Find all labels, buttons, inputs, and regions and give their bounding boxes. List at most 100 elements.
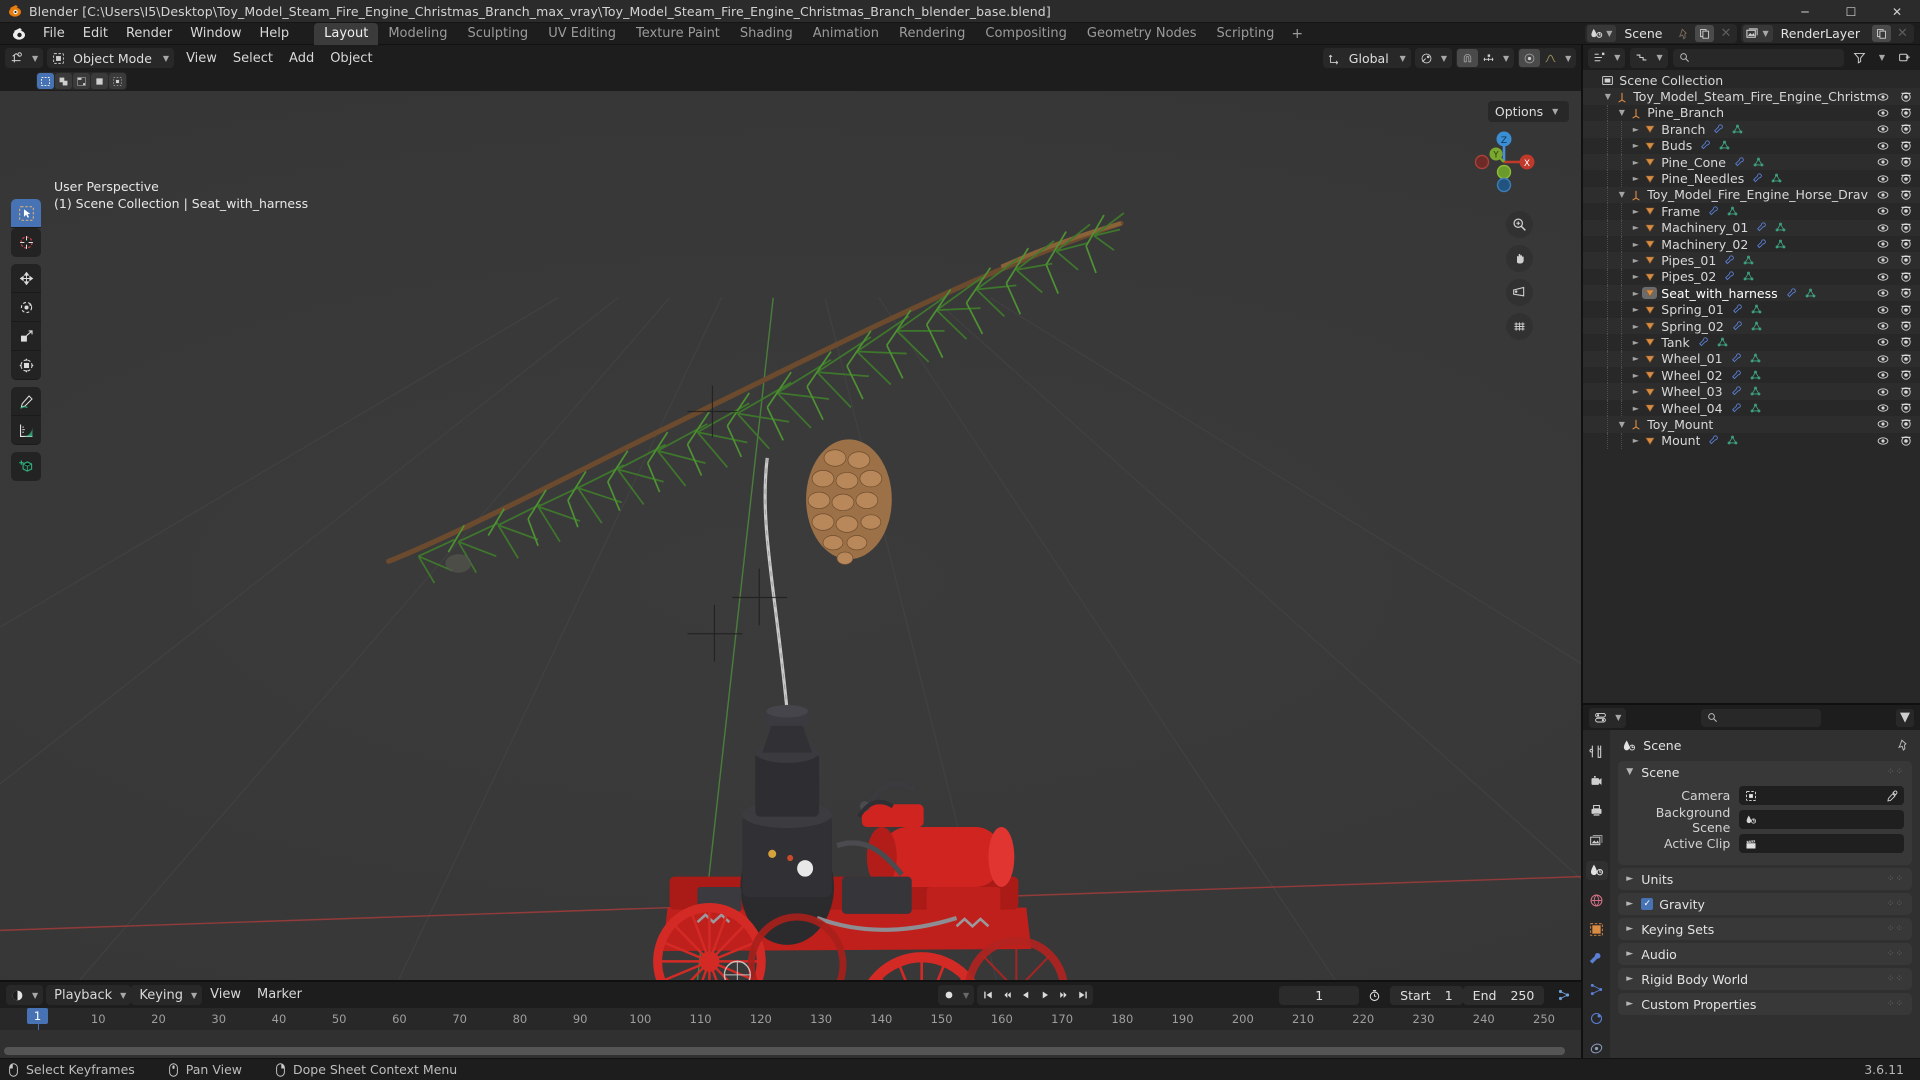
properties-editor-icon[interactable] <box>1590 709 1611 727</box>
timeline-editor-type[interactable]: ▼ <box>6 985 43 1005</box>
select-subtract-icon[interactable] <box>73 73 90 89</box>
properties-type-chevron-icon[interactable]: ▼ <box>1611 713 1625 722</box>
scene-name[interactable]: Scene <box>1618 26 1672 41</box>
outliner-row[interactable]: ►Wheel_04 <box>1583 400 1920 416</box>
outliner-item-label[interactable]: Pine_Cone <box>1657 155 1726 170</box>
outliner-item-label[interactable]: Toy_Model_Steam_Fire_Engine_Christm <box>1629 89 1877 104</box>
annotate-tool[interactable] <box>11 387 41 416</box>
outliner-display-mode[interactable]: ▼ <box>1630 48 1667 68</box>
panel-custom-properties[interactable]: ►Custom Properties⁘⁘ <box>1618 993 1912 1015</box>
visibility-eye-icon[interactable] <box>1877 238 1889 250</box>
timeline-body[interactable] <box>0 1030 1581 1058</box>
modifier-icon[interactable] <box>1699 337 1710 348</box>
outliner-item-label[interactable]: Buds <box>1657 138 1692 153</box>
menu-edit[interactable]: Edit <box>74 24 117 43</box>
outliner-row[interactable]: ►Branch <box>1583 121 1920 137</box>
outliner-row[interactable]: ►Frame <box>1583 203 1920 219</box>
visibility-eye-icon[interactable] <box>1877 402 1889 414</box>
panel-drag-dots[interactable]: ⁘⁘ <box>1887 924 1904 934</box>
outliner-row[interactable]: ►Seat_with_harness <box>1583 285 1920 301</box>
visibility-eye-icon[interactable] <box>1877 156 1889 168</box>
panel-units[interactable]: ►Units⁘⁘ <box>1618 868 1912 890</box>
outliner-item-label[interactable]: Machinery_02 <box>1657 237 1748 252</box>
particles-tab-icon[interactable] <box>1586 980 1608 999</box>
mesh-data-icon[interactable] <box>1717 337 1728 348</box>
outliner-item-label[interactable]: Frame <box>1657 204 1700 219</box>
properties-options-chevron-icon[interactable]: ▼ <box>1896 709 1914 727</box>
object-mode-chevron-icon[interactable]: ▼ <box>159 54 173 63</box>
filter-chevron-icon[interactable]: ▼ <box>1875 53 1889 62</box>
timeline-scrollbar[interactable] <box>4 1047 1565 1055</box>
camera-eyedropper-icon[interactable] <box>1886 790 1898 802</box>
outliner-row[interactable]: ►Spring_01 <box>1583 301 1920 317</box>
workspace-tab-shading[interactable]: Shading <box>730 23 803 45</box>
outliner-row[interactable]: ►Tank <box>1583 334 1920 350</box>
render-camera-icon[interactable] <box>1900 189 1912 201</box>
panel-drag-dots[interactable]: ⁘⁘ <box>1887 999 1904 1009</box>
panel-drag-dots[interactable]: ⁘⁘ <box>1887 874 1904 884</box>
use-preview-range-icon[interactable] <box>1364 986 1385 1004</box>
render-camera-icon[interactable] <box>1900 140 1912 152</box>
outliner-expand-closed-icon[interactable]: ► <box>1629 322 1642 331</box>
snapping-group[interactable]: ▼ <box>1456 48 1514 68</box>
minimize-button[interactable]: ─ <box>1782 0 1828 23</box>
panel-chevron-icon[interactable]: ► <box>1626 874 1635 884</box>
mesh-data-icon[interactable] <box>1751 321 1762 332</box>
outliner-root-row[interactable]: Scene Collection <box>1583 72 1920 88</box>
timeline-menu-group-playback[interactable]: Playback▼ <box>46 985 131 1005</box>
object-mode-label[interactable]: Object Mode <box>69 51 159 66</box>
timeline-menu-chevron-icon[interactable]: ▼ <box>187 991 201 1000</box>
viewport-options-button[interactable]: Options ▼ <box>1488 101 1569 122</box>
maximize-button[interactable]: ☐ <box>1828 0 1874 23</box>
outliner-expand-closed-icon[interactable]: ► <box>1629 354 1642 363</box>
visibility-eye-icon[interactable] <box>1877 287 1889 299</box>
modifier-icon[interactable] <box>1725 271 1736 282</box>
outliner-row[interactable]: ►Wheel_01 <box>1583 351 1920 367</box>
select-difference-icon[interactable] <box>91 73 108 89</box>
modifier-icon[interactable] <box>1733 321 1744 332</box>
render-camera-icon[interactable] <box>1900 123 1912 135</box>
mesh-data-icon[interactable] <box>1750 353 1761 364</box>
panel-header-custom-properties[interactable]: ►Custom Properties⁘⁘ <box>1618 993 1912 1015</box>
render-camera-icon[interactable] <box>1900 304 1912 316</box>
close-button[interactable]: ✕ <box>1874 0 1920 23</box>
outliner-expand-closed-icon[interactable]: ► <box>1629 272 1642 281</box>
render-camera-icon[interactable] <box>1900 320 1912 332</box>
outliner-item-label[interactable]: Pipes_01 <box>1657 253 1716 268</box>
previous-keyframe-button[interactable] <box>997 986 1016 1004</box>
background-scene-field[interactable] <box>1739 810 1904 829</box>
visibility-eye-icon[interactable] <box>1877 123 1889 135</box>
panel-chevron-icon[interactable]: ► <box>1626 899 1635 909</box>
snap-chevron-icon[interactable]: ▼ <box>1499 54 1513 63</box>
add-workspace-button[interactable]: + <box>1284 23 1310 45</box>
rotate-tool[interactable] <box>11 293 41 322</box>
frame-range-fields[interactable]: Start 1 <box>1390 986 1463 1005</box>
panel-rigid-body-world[interactable]: ►Rigid Body World⁘⁘ <box>1618 968 1912 990</box>
outliner-item-label[interactable]: Toy_Model_Fire_Engine_Horse_Drav <box>1643 187 1868 202</box>
active-clip-field[interactable] <box>1739 834 1904 853</box>
mesh-data-icon[interactable] <box>1805 288 1816 299</box>
pin-properties-icon[interactable] <box>1897 739 1910 752</box>
outliner-item-label[interactable]: Spring_02 <box>1657 319 1724 334</box>
snap-pivot-group[interactable]: ▼ <box>1415 48 1452 68</box>
scene-icon[interactable]: ▼ <box>1587 25 1616 42</box>
play-reverse-button[interactable] <box>1016 986 1035 1004</box>
outliner-expand-closed-icon[interactable]: ► <box>1629 158 1642 167</box>
outliner-item-label[interactable]: Scene Collection <box>1615 73 1723 88</box>
cursor-tool[interactable] <box>11 228 41 257</box>
view-layer-tab-icon[interactable] <box>1586 831 1608 850</box>
editor-type-icon[interactable] <box>6 49 28 67</box>
workspace-tab-layout[interactable]: Layout <box>314 23 378 45</box>
outliner-row[interactable]: ►Pine_Needles <box>1583 170 1920 186</box>
modifier-icon[interactable] <box>1725 255 1736 266</box>
workspace-tab-uv-editing[interactable]: UV Editing <box>538 23 626 45</box>
panel-audio[interactable]: ►Audio⁘⁘ <box>1618 943 1912 965</box>
mesh-data-icon[interactable] <box>1753 157 1764 168</box>
outliner-row[interactable]: ► Spring_02 <box>1583 318 1920 334</box>
jump-to-end-button[interactable] <box>1073 986 1092 1004</box>
visibility-eye-icon[interactable] <box>1877 369 1889 381</box>
outliner-row[interactable]: ► Pine_Cone <box>1583 154 1920 170</box>
keying-set-icon[interactable] <box>1553 986 1575 1004</box>
camera-perspective-icon[interactable] <box>1506 279 1533 306</box>
modifier-icon[interactable] <box>1757 239 1768 250</box>
